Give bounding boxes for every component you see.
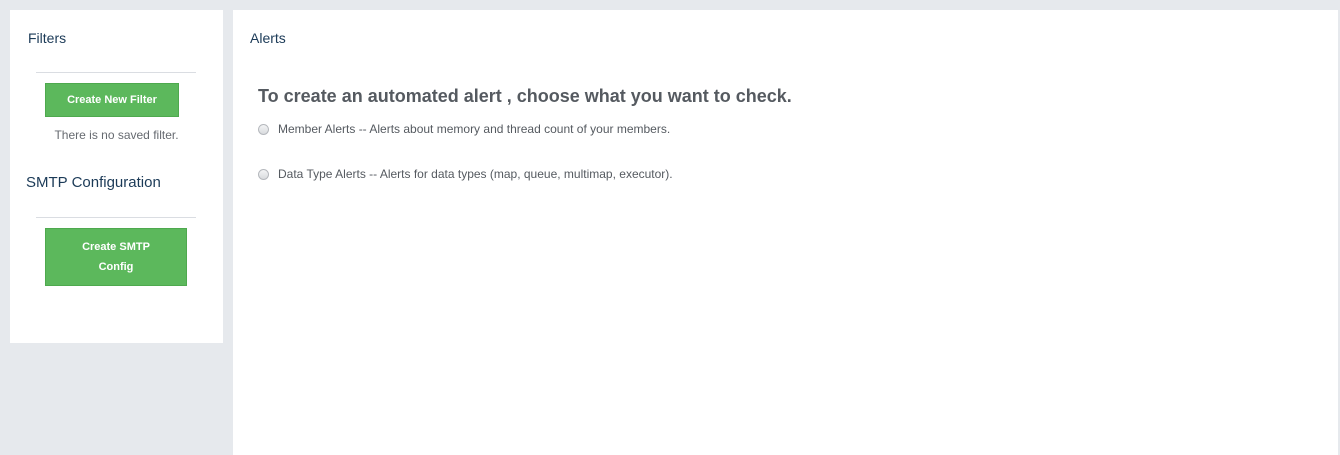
create-smtp-config-button[interactable]: Create SMTP Config	[45, 228, 187, 286]
member-alerts-radio[interactable]	[258, 123, 269, 135]
alert-headline: To create an automated alert , choose wh…	[258, 86, 792, 106]
filters-divider	[36, 72, 196, 73]
create-smtp-config-label-line2: Config	[98, 261, 134, 273]
panel-title: Alerts	[250, 30, 286, 46]
member-alerts-label: Member Alerts -- Alerts about memory and…	[278, 122, 671, 136]
no-saved-filter-text: There is no saved filter.	[54, 128, 179, 142]
smtp-configuration-title: SMTP Configuration	[26, 174, 161, 191]
alerts-page: Filters Create New Filter There is no sa…	[0, 0, 1340, 455]
smtp-divider	[36, 217, 196, 218]
filters-title: Filters	[28, 30, 67, 46]
member-alerts-option[interactable]: Member Alerts -- Alerts about memory and…	[258, 122, 670, 136]
sidebar: Filters Create New Filter There is no sa…	[10, 10, 223, 343]
create-smtp-config-label-line1: Create SMTP	[82, 241, 150, 253]
create-new-filter-button[interactable]: Create New Filter	[45, 83, 179, 117]
data-type-alerts-label: Data Type Alerts -- Alerts for data type…	[278, 167, 673, 181]
data-type-alerts-option[interactable]: Data Type Alerts -- Alerts for data type…	[258, 167, 673, 181]
alerts-panel: Alerts To create an automated alert , ch…	[233, 10, 1338, 455]
data-type-alerts-radio[interactable]	[258, 168, 269, 180]
